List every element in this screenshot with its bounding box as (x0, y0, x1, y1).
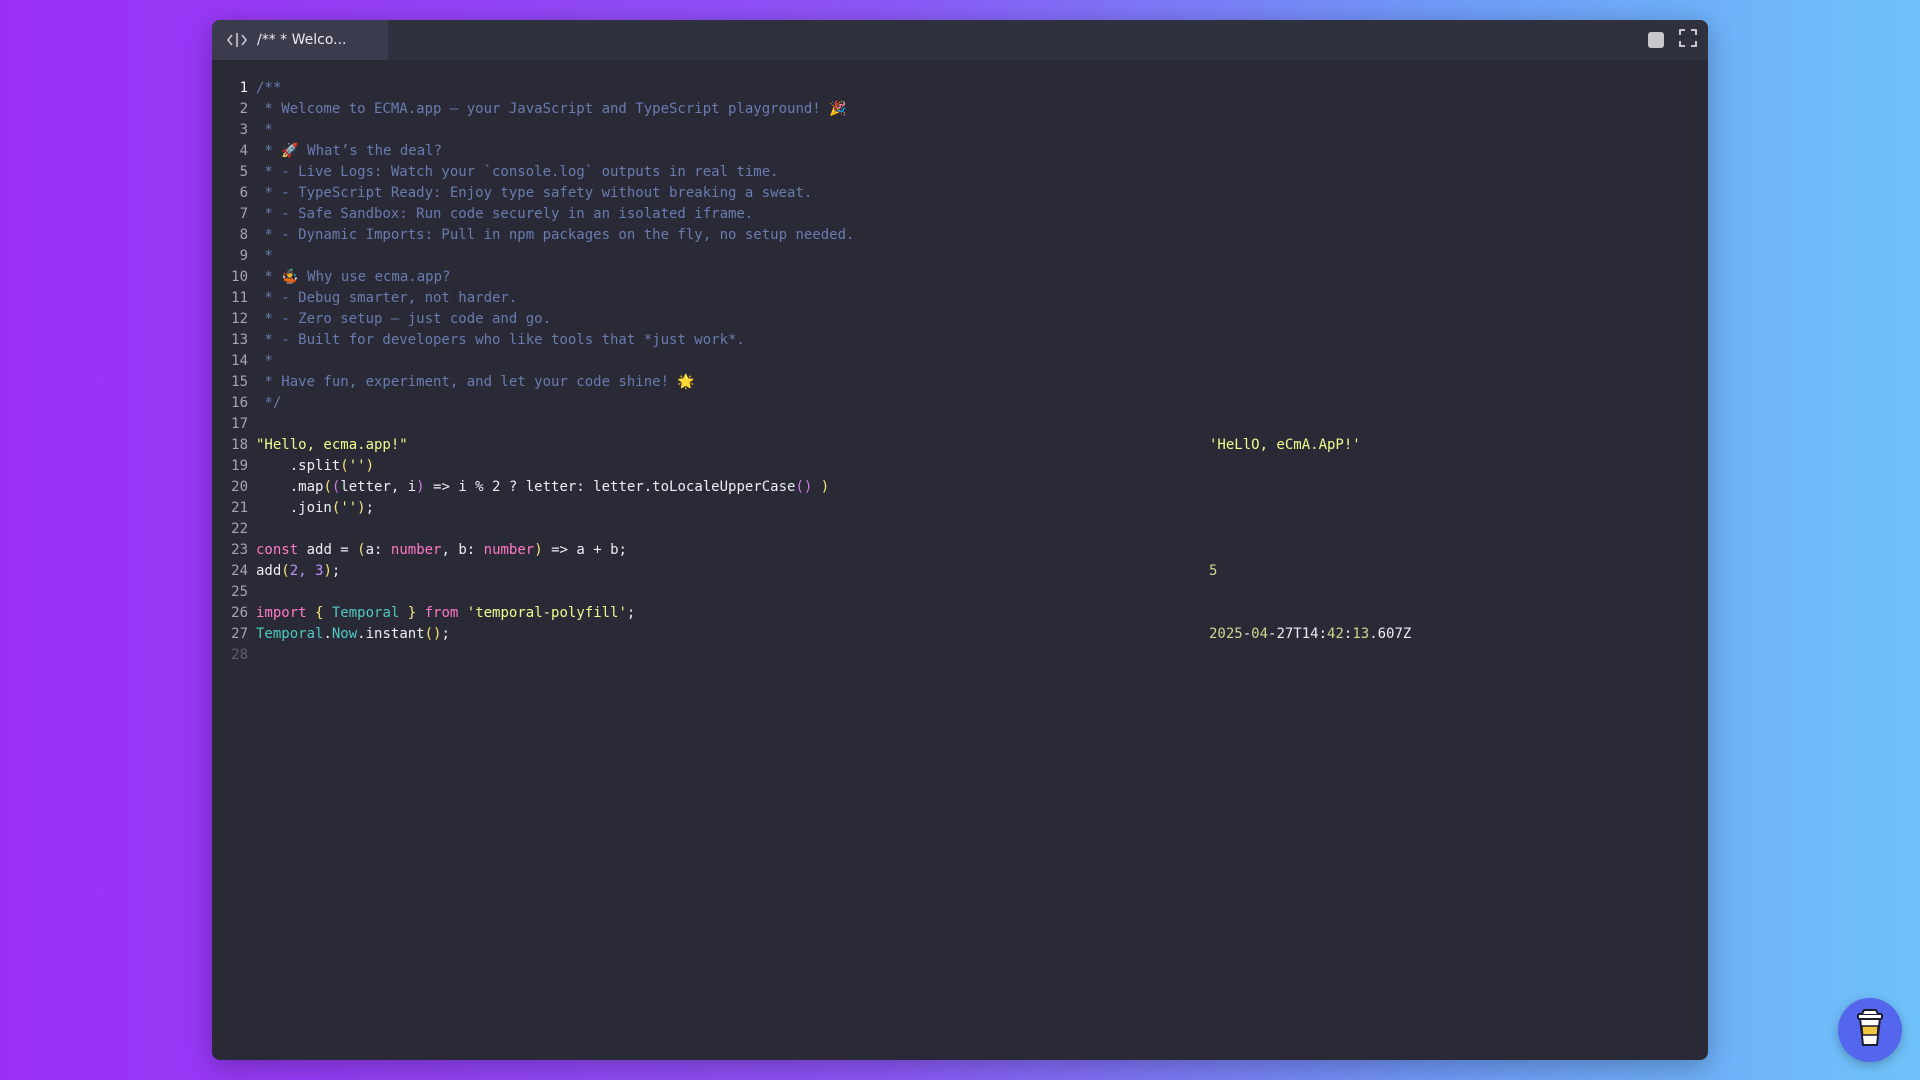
line-number: 28 (231, 647, 248, 663)
coffee-cup-icon (1855, 1008, 1885, 1052)
line-number: 22 (231, 521, 248, 537)
line-number: 20 (231, 479, 248, 495)
editor-window: /** * Welco... 1 2 3 4 5 6 7 8 9 10 11 12 13 14 15 16 17… (212, 20, 1708, 1060)
line-number: 8 (239, 227, 248, 243)
output-value: 2025-04-27T14:42:13.607Z (1209, 626, 1412, 642)
code-editor[interactable]: 1 2 3 4 5 6 7 8 9 10 11 12 13 14 15 16 17 18 19 20 21 22 23 24 2… (212, 60, 1708, 1060)
buy-me-a-coffee-button[interactable] (1838, 998, 1902, 1062)
line-number: 9 (239, 248, 248, 264)
line-number: 5 (239, 164, 248, 180)
line-number: 7 (239, 206, 248, 222)
stop-icon (1648, 32, 1664, 48)
output-panel: 'HeLlO, eCmA.ApP!' 5 2025-04-27T14:42:13… (1209, 78, 1708, 645)
line-number: 19 (231, 458, 248, 474)
line-number: 23 (231, 542, 248, 558)
code-icon (226, 32, 248, 48)
line-number: 26 (231, 605, 248, 621)
output-value: 5 (1209, 563, 1218, 579)
line-number: 24 (231, 563, 248, 579)
tab-welcome[interactable]: /** * Welco... (212, 20, 388, 60)
line-number: 1 (239, 80, 248, 96)
line-number: 11 (231, 290, 248, 306)
line-number: 17 (231, 416, 248, 432)
tab-bar: /** * Welco... (212, 20, 1708, 60)
line-number: 18 (231, 437, 248, 453)
line-number: 14 (231, 353, 248, 369)
line-number: 16 (231, 395, 248, 411)
line-number: 6 (239, 185, 248, 201)
output-value: 'HeLlO, eCmA.ApP!' (1209, 437, 1361, 453)
line-number: 25 (231, 584, 248, 600)
tab-title: /** * Welco... (257, 32, 347, 48)
line-number: 12 (231, 311, 248, 327)
line-number: 21 (231, 500, 248, 516)
line-number: 3 (239, 122, 248, 138)
line-number: 4 (239, 143, 248, 159)
line-number-gutter: 1 2 3 4 5 6 7 8 9 10 11 12 13 14 15 16 17 18 19 20 21 22 23 24 2… (212, 78, 248, 666)
line-number: 10 (231, 269, 248, 285)
line-number: 27 (231, 626, 248, 642)
fullscreen-button[interactable] (1678, 29, 1698, 51)
line-number: 2 (239, 101, 248, 117)
line-number: 15 (231, 374, 248, 390)
stop-button[interactable] (1646, 30, 1666, 50)
line-number: 13 (231, 332, 248, 348)
fullscreen-icon (1679, 29, 1697, 51)
